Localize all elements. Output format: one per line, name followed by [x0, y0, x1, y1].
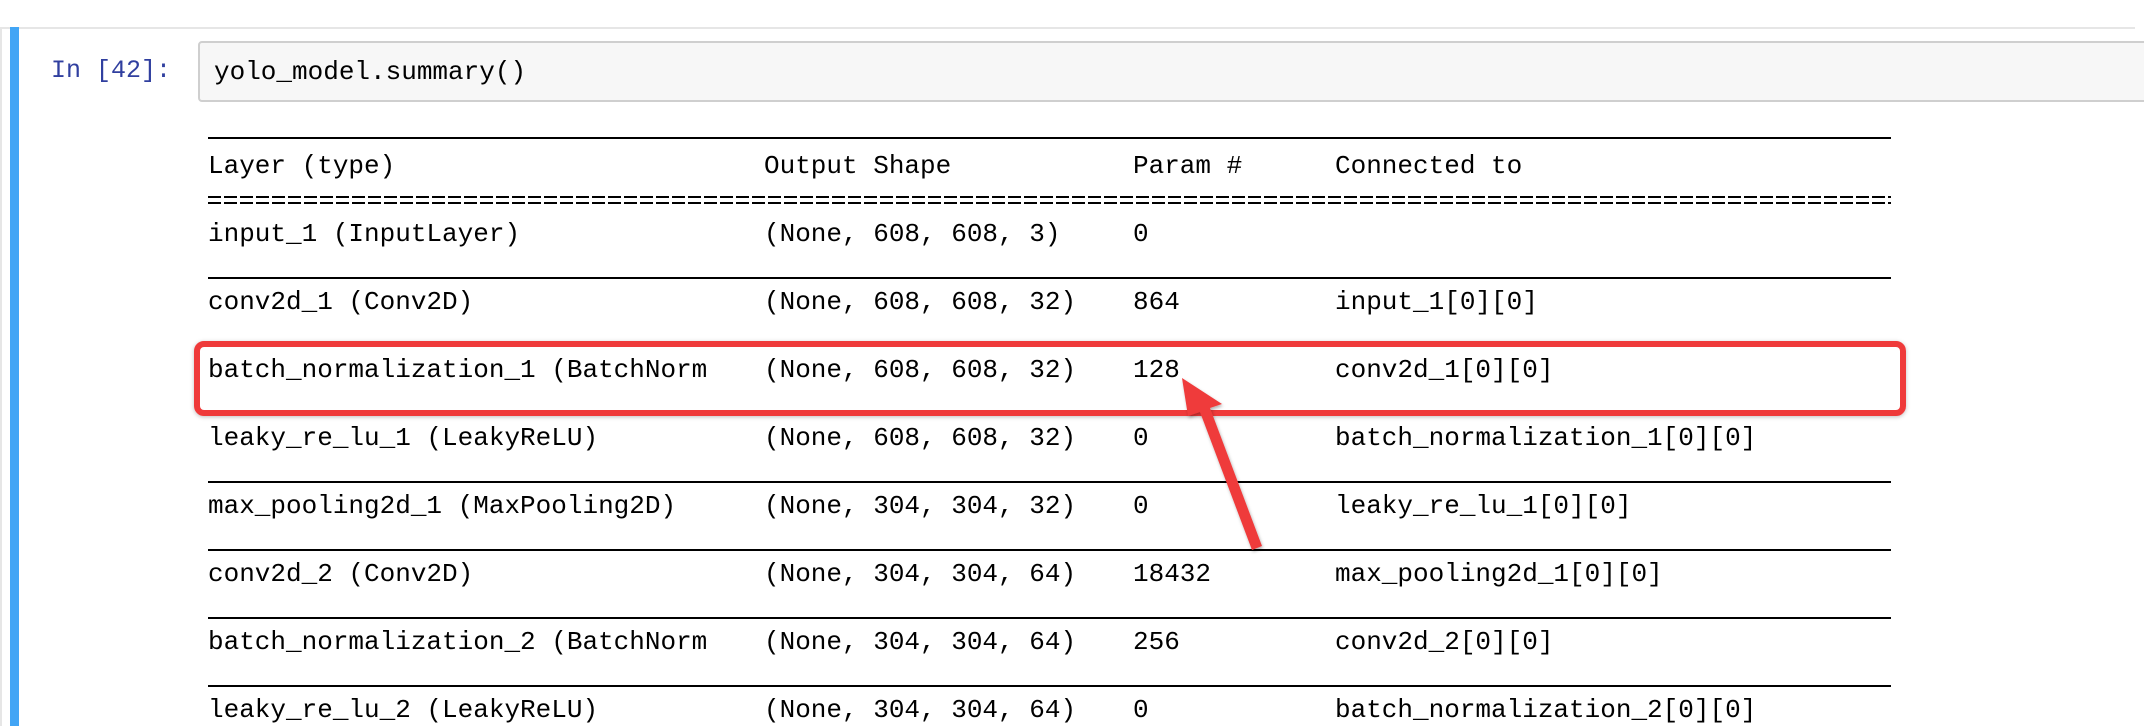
row-layer: conv2d_1 (Conv2D): [208, 287, 474, 317]
row-params: 18432: [1133, 559, 1212, 589]
row-connected: input_1[0][0]: [1335, 287, 1538, 317]
row-layer: batch_normalization_2 (BatchNorm: [208, 627, 708, 657]
row-params: 256: [1133, 627, 1180, 657]
row-params: 0: [1133, 491, 1149, 521]
code-input-area[interactable]: yolo_model.summary(): [198, 41, 2144, 102]
notebook-page: In [42]: yolo_model.summary() Layer (typ…: [0, 0, 2144, 726]
cell-selection-indicator: [10, 27, 19, 726]
row-output-shape: (None, 304, 304, 32): [764, 491, 1077, 521]
row-connected: leaky_re_lu_1[0][0]: [1335, 491, 1632, 521]
row-connected: max_pooling2d_1[0][0]: [1335, 559, 1663, 589]
row-params: 0: [1133, 423, 1149, 453]
red-arrow-icon: [1182, 378, 1262, 550]
code-text[interactable]: yolo_model.summary(): [214, 55, 526, 89]
row-output-shape: (None, 608, 608, 32): [764, 423, 1077, 453]
row-divider: [208, 685, 1891, 687]
top-rule: [208, 137, 1891, 139]
row-layer: leaky_re_lu_2 (LeakyReLU): [208, 695, 599, 725]
highlight-box: [194, 341, 1906, 416]
row-divider: [208, 617, 1891, 619]
header-connected: Connected to: [1335, 151, 1523, 181]
row-divider: [208, 549, 1891, 551]
row-params: 0: [1133, 695, 1149, 725]
row-divider: [208, 481, 1891, 483]
row-layer: leaky_re_lu_1 (LeakyReLU): [208, 423, 599, 453]
row-connected: batch_normalization_1[0][0]: [1335, 423, 1757, 453]
input-prompt: In [42]:: [51, 56, 172, 85]
header-layer: Layer (type): [208, 151, 396, 181]
row-layer: max_pooling2d_1 (MaxPooling2D): [208, 491, 677, 521]
row-connected: batch_normalization_2[0][0]: [1335, 695, 1757, 725]
row-output-shape: (None, 304, 304, 64): [764, 627, 1077, 657]
row-params: 0: [1133, 219, 1149, 249]
row-layer: input_1 (InputLayer): [208, 219, 521, 249]
header-separator-top: [208, 196, 1891, 198]
row-divider: [208, 277, 1891, 279]
row-output-shape: (None, 608, 608, 32): [764, 287, 1077, 317]
row-output-shape: (None, 304, 304, 64): [764, 695, 1077, 725]
header-params: Param #: [1133, 151, 1243, 181]
row-output-shape: (None, 608, 608, 3): [764, 219, 1061, 249]
row-layer: conv2d_2 (Conv2D): [208, 559, 474, 589]
header-output-shape: Output Shape: [764, 151, 952, 181]
row-output-shape: (None, 304, 304, 64): [764, 559, 1077, 589]
row-params: 864: [1133, 287, 1180, 317]
row-connected: conv2d_2[0][0]: [1335, 627, 1554, 657]
header-separator-bottom: [208, 202, 1891, 204]
